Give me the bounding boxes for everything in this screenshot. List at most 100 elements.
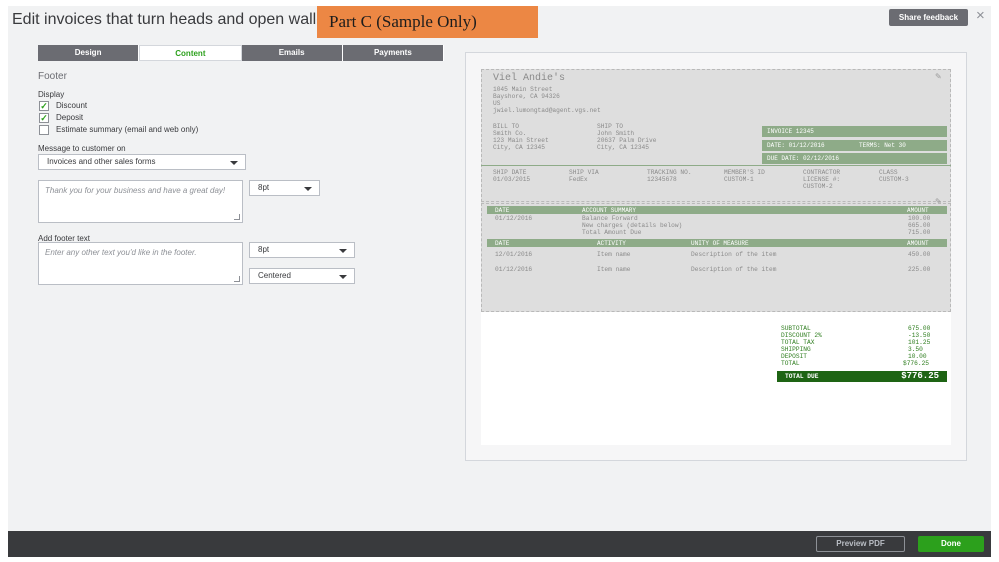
item-amount: 450.00 xyxy=(908,251,931,258)
bottom-action-bar: Preview PDF Done xyxy=(8,531,991,557)
account-header: DATE xyxy=(495,207,510,214)
invoice-date: DATE: 01/12/2016 xyxy=(767,142,825,149)
estimate-summary-checkbox-label: Estimate summary (email and web only) xyxy=(56,125,199,134)
message-font-size-value: 8pt xyxy=(258,183,270,192)
customer-message-textarea[interactable]: Thank you for your business and have a g… xyxy=(38,180,243,223)
total-label: TOTAL xyxy=(781,360,800,367)
message-form-select-value: Invoices and other sales forms xyxy=(47,157,156,166)
company-address-line: 1045 Main Street xyxy=(493,86,553,93)
sample-overlay-label: Part C (Sample Only) xyxy=(317,6,538,38)
ship-header: SHIP DATE xyxy=(493,169,527,176)
total-value: 675.00 xyxy=(908,325,931,332)
footer-alignment-value: Centered xyxy=(258,271,291,280)
ship-header: MEMBER'S ID xyxy=(724,169,765,176)
tab-emails[interactable]: Emails xyxy=(241,45,343,61)
footer-alignment-select[interactable]: Centered xyxy=(249,268,355,284)
resize-handle-icon[interactable] xyxy=(234,276,240,282)
total-label: SHIPPING xyxy=(781,346,811,353)
chevron-down-icon xyxy=(339,249,347,253)
bill-to-label: BILL TO xyxy=(493,123,519,130)
account-date: 01/12/2016 xyxy=(495,215,533,222)
discount-checkbox-label: Discount xyxy=(56,101,88,110)
item-description: Description of the item xyxy=(691,251,777,258)
ship-to-line: 20637 Palm Drive xyxy=(597,137,657,144)
item-description: Description of the item xyxy=(691,266,777,273)
ship-value: LICENSE #: xyxy=(803,176,841,183)
tab-design[interactable]: Design xyxy=(38,45,140,61)
account-row-label: Total Amount Due xyxy=(582,229,642,236)
chevron-down-icon xyxy=(304,187,312,191)
bill-to-line: 123 Main Street xyxy=(493,137,549,144)
ship-value: 12345678 xyxy=(647,176,677,183)
item-activity: Item name xyxy=(597,251,631,258)
total-label: DEPOSIT xyxy=(781,353,807,360)
item-amount: 225.00 xyxy=(908,266,931,273)
ship-header: CONTRACTOR xyxy=(803,169,841,176)
total-value: 101.25 xyxy=(908,339,931,346)
done-button[interactable]: Done xyxy=(918,536,984,552)
account-row-amount: 665.00 xyxy=(908,222,931,229)
message-form-select[interactable]: Invoices and other sales forms xyxy=(38,154,246,170)
items-header: AMOUNT xyxy=(907,240,929,247)
tab-payments[interactable]: Payments xyxy=(342,45,444,61)
message-font-size-select[interactable]: 8pt xyxy=(249,180,320,196)
deposit-checkbox[interactable]: ✓ xyxy=(39,113,49,123)
invoice-preview-panel: ✎ Viel Andie's 1045 Main Street Bayshore… xyxy=(465,52,967,461)
company-address-line: US xyxy=(493,100,501,107)
footer-font-size-value: 8pt xyxy=(258,245,270,254)
edit-pencil-icon[interactable]: ✎ xyxy=(935,197,942,206)
items-header: UNITY OF MEASURE xyxy=(691,240,749,247)
preview-pdf-button[interactable]: Preview PDF xyxy=(816,536,905,552)
items-header: ACTIVITY xyxy=(597,240,626,247)
resize-handle-icon[interactable] xyxy=(234,214,240,220)
ship-value: FedEx xyxy=(569,176,588,183)
ship-to-label: SHIP TO xyxy=(597,123,623,130)
discount-checkbox[interactable]: ✓ xyxy=(39,101,49,111)
total-label: DISCOUNT 2% xyxy=(781,332,822,339)
item-activity: Item name xyxy=(597,266,631,273)
company-address-line: Bayshore, CA 94326 xyxy=(493,93,560,100)
total-value: $776.25 xyxy=(903,360,929,367)
header-divider xyxy=(481,165,951,166)
account-summary-header-bar xyxy=(487,206,947,214)
ship-header: CLASS xyxy=(879,169,898,176)
chevron-down-icon xyxy=(230,161,238,165)
message-to-customer-label: Message to customer on xyxy=(38,144,126,153)
ship-to-line: City, CA 12345 xyxy=(597,144,649,151)
total-due-label: TOTAL DUE xyxy=(785,373,819,380)
account-row-label: Balance Forward xyxy=(582,215,638,222)
invoice-paper: ✎ Viel Andie's 1045 Main Street Bayshore… xyxy=(481,69,951,445)
ship-header: TRACKING NO. xyxy=(647,169,692,176)
footer-section-title: Footer xyxy=(38,71,67,82)
share-feedback-button[interactable]: Share feedback xyxy=(889,9,968,26)
estimate-summary-checkbox[interactable] xyxy=(39,125,49,135)
ship-header: SHIP VIA xyxy=(569,169,599,176)
account-header: ACCOUNT SUMMARY xyxy=(582,207,637,214)
ship-value: CUSTOM-1 xyxy=(724,176,754,183)
footer-text-placeholder: Enter any other text you'd like in the f… xyxy=(45,248,197,257)
ship-value: CUSTOM-2 xyxy=(803,183,833,190)
bill-to-line: City, CA 12345 xyxy=(493,144,545,151)
account-header: AMOUNT xyxy=(907,207,929,214)
chevron-down-icon xyxy=(339,275,347,279)
total-label: TOTAL TAX xyxy=(781,339,815,346)
ship-value: CUSTOM-3 xyxy=(879,176,909,183)
close-icon[interactable]: × xyxy=(976,7,985,24)
total-value: 3.50 xyxy=(908,346,923,353)
invoice-customization-window: Edit invoices that turn heads and open w… xyxy=(8,6,991,557)
edit-pencil-icon[interactable]: ✎ xyxy=(935,72,942,81)
account-row-amount: 715.00 xyxy=(908,229,931,236)
item-date: 01/12/2016 xyxy=(495,266,533,273)
account-row-label: New charges (details below) xyxy=(582,222,683,229)
company-name: Viel Andie's xyxy=(493,73,566,84)
footer-text-textarea[interactable]: Enter any other text you'd like in the f… xyxy=(38,242,243,285)
total-value: 10.00 xyxy=(908,353,927,360)
tab-content[interactable]: Content xyxy=(139,45,242,61)
footer-font-size-select[interactable]: 8pt xyxy=(249,242,355,258)
invoice-terms: TERMS: Net 30 xyxy=(859,142,906,149)
bill-to-line: Smith Co. xyxy=(493,130,527,137)
due-date: DUE DATE: 02/12/2016 xyxy=(767,155,840,162)
deposit-checkbox-label: Deposit xyxy=(56,113,84,122)
total-label: SUBTOTAL xyxy=(781,325,811,332)
items-header: DATE xyxy=(495,240,510,247)
